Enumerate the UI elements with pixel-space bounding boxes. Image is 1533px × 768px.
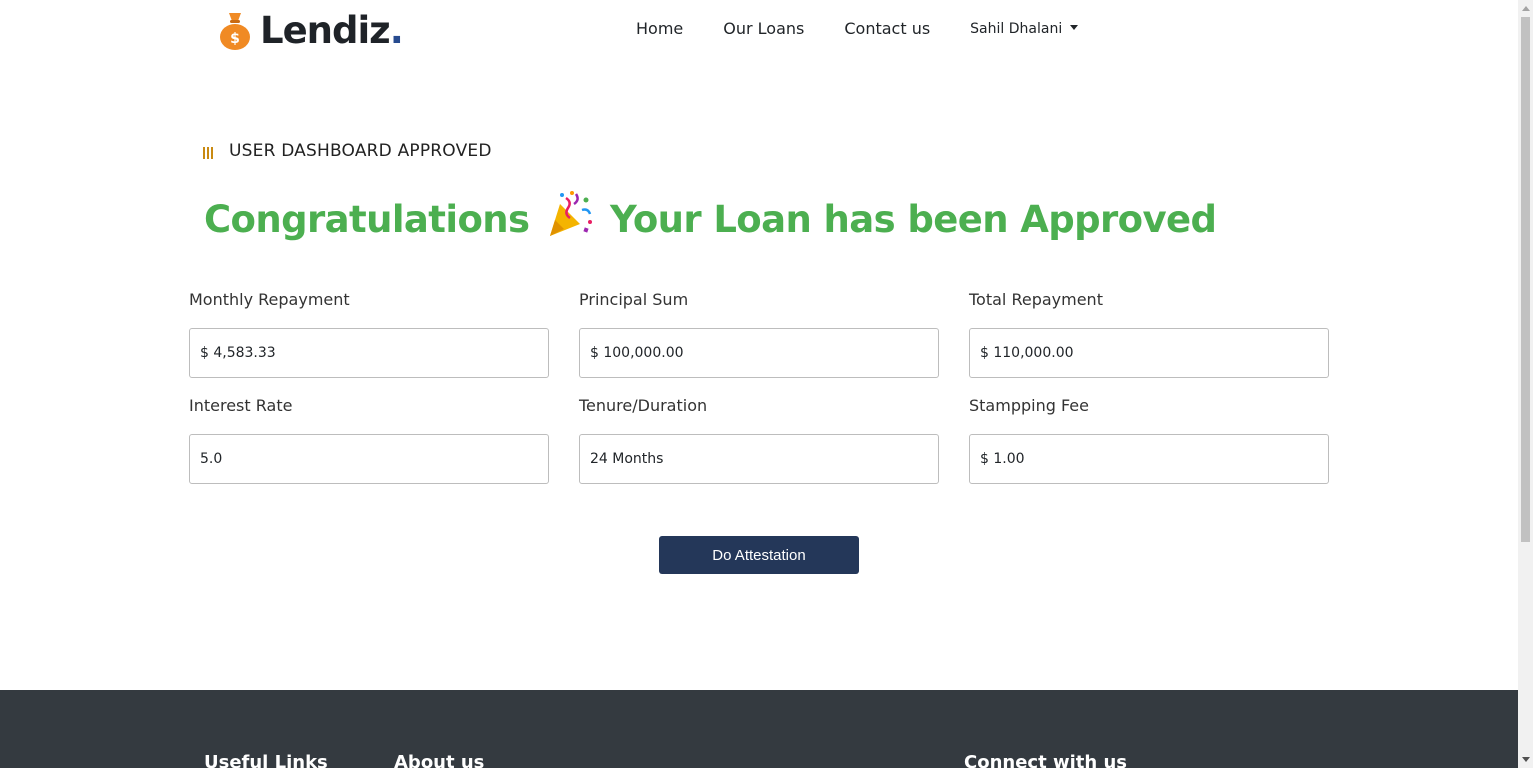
money-bag-icon: $ <box>220 13 250 50</box>
page: $ Lendiz. Home Our Loans Contact us Sahi… <box>0 0 1518 768</box>
footer-heading-about-us: About us <box>394 752 485 768</box>
total-repayment-input[interactable] <box>969 328 1329 378</box>
interest-rate-input[interactable] <box>189 434 549 484</box>
section-label-text: USER DASHBOARD APPROVED <box>229 141 492 161</box>
principal-sum-input[interactable] <box>579 328 939 378</box>
footer: Useful Links About us Connect with us <box>0 690 1518 768</box>
nav-our-loans-link[interactable]: Our Loans <box>723 19 804 38</box>
section-label: USER DASHBOARD APPROVED <box>203 141 492 161</box>
footer-heading-useful-links: Useful Links <box>204 752 328 768</box>
principal-sum-field: Principal Sum <box>579 290 939 378</box>
principal-sum-label: Principal Sum <box>579 290 689 309</box>
stamping-fee-label: Stampping Fee <box>969 396 1089 415</box>
user-menu-dropdown[interactable]: Sahil Dhalani <box>970 20 1079 37</box>
monthly-repayment-label: Monthly Repayment <box>189 290 350 309</box>
approval-headline: Congratulations Your Loan has been Appro… <box>204 190 1217 241</box>
headline-part2: Your Loan has been Approved <box>610 198 1217 241</box>
scroll-down-arrow-icon[interactable] <box>1522 757 1530 762</box>
brand-name: Lendiz. <box>260 8 404 52</box>
party-popper-icon <box>549 191 592 236</box>
interest-rate-label: Interest Rate <box>189 396 293 415</box>
brand-logo[interactable]: $ Lendiz. <box>218 8 404 52</box>
scroll-up-arrow-icon[interactable] <box>1522 6 1530 11</box>
main-nav: Home Our Loans Contact us Sahil Dhalani <box>636 19 1079 38</box>
nav-contact-link[interactable]: Contact us <box>844 19 930 38</box>
nav-home-link[interactable]: Home <box>636 19 683 38</box>
footer-heading-connect: Connect with us <box>964 752 1127 768</box>
tenure-label: Tenure/Duration <box>579 396 708 415</box>
total-repayment-label: Total Repayment <box>969 290 1103 309</box>
do-attestation-button[interactable]: Do Attestation <box>659 536 859 574</box>
monthly-repayment-input[interactable] <box>189 328 549 378</box>
headline-part1: Congratulations <box>204 198 530 241</box>
page-scrollbar[interactable] <box>1518 0 1533 768</box>
tenure-input[interactable] <box>579 434 939 484</box>
interest-rate-field: Interest Rate <box>189 396 549 484</box>
stamping-fee-input[interactable] <box>969 434 1329 484</box>
monthly-repayment-field: Monthly Repayment <box>189 290 549 378</box>
user-name: Sahil Dhalani <box>970 20 1063 37</box>
stamping-fee-field: Stampping Fee <box>969 396 1329 484</box>
total-repayment-field: Total Repayment <box>969 290 1329 378</box>
caret-down-icon <box>1070 25 1079 30</box>
bars-icon <box>203 147 215 159</box>
scrollbar-thumb[interactable] <box>1521 17 1530 542</box>
svg-text:$: $ <box>230 31 240 47</box>
tenure-field: Tenure/Duration <box>579 396 939 484</box>
